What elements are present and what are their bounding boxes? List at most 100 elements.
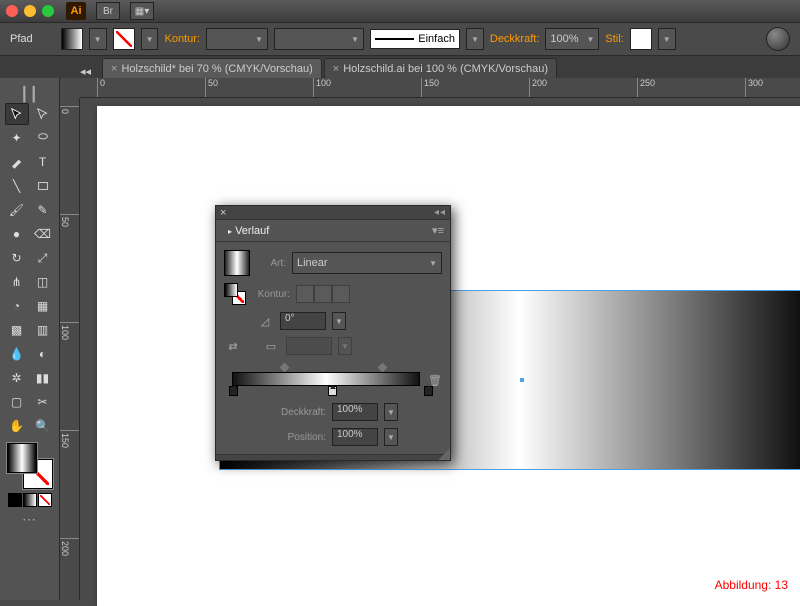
- perspective-tool[interactable]: ▦: [31, 295, 55, 317]
- screen-mode-icon[interactable]: ⋯: [22, 511, 37, 528]
- angle-icon: ◿: [256, 312, 274, 330]
- bridge-button[interactable]: Br: [96, 2, 120, 20]
- slice-tool[interactable]: ✂: [31, 391, 55, 413]
- stop-opacity-input[interactable]: 100%: [332, 403, 378, 421]
- blob-brush-tool[interactable]: ●: [5, 223, 29, 245]
- gradient-tool[interactable]: ▥: [31, 319, 55, 341]
- fill-box[interactable]: [7, 443, 37, 473]
- close-tab-icon[interactable]: ×: [333, 63, 339, 75]
- gradient-panel[interactable]: × ◂◂ ▸ Verlauf ▾≡ Art: Linear▼ Kontur:: [215, 205, 451, 461]
- symbol-sprayer-tool[interactable]: ✲: [5, 367, 29, 389]
- mesh-tool[interactable]: ▩: [5, 319, 29, 341]
- stil-label: Stil:: [605, 33, 623, 45]
- shape-builder-tool[interactable]: ◔: [5, 295, 29, 317]
- tabs-prev-icon[interactable]: ◂◂: [80, 65, 92, 78]
- gradient-stop[interactable]: [328, 386, 337, 396]
- layout-button[interactable]: ▦▾: [130, 2, 154, 20]
- art-label: Art:: [256, 258, 286, 269]
- minimize-window-button[interactable]: [24, 5, 36, 17]
- stroke-swatch[interactable]: [113, 28, 135, 50]
- graph-tool[interactable]: ▮▮: [31, 367, 55, 389]
- artboard-tool[interactable]: ▢: [5, 391, 29, 413]
- selection-type-label: Pfad: [10, 33, 33, 45]
- rectangle-tool[interactable]: [31, 175, 55, 197]
- line-tool[interactable]: ╲: [5, 175, 29, 197]
- eyedropper-tool[interactable]: 💧: [5, 343, 29, 365]
- gradient-type-dropdown[interactable]: Linear▼: [292, 252, 442, 274]
- document-tabs: ◂◂ ×Holzschild* bei 70 % (CMYK/Vorschau)…: [0, 56, 800, 78]
- reverse-gradient-icon[interactable]: ⇄: [224, 337, 242, 355]
- color-mode-none[interactable]: [38, 493, 52, 507]
- close-window-button[interactable]: [6, 5, 18, 17]
- ruler-tick: 200: [529, 78, 547, 97]
- brush-dropdown[interactable]: ▼: [466, 28, 484, 50]
- graphic-style-swatch[interactable]: [630, 28, 652, 50]
- opacity-input[interactable]: 100%▼: [545, 28, 599, 50]
- selection-tool[interactable]: [5, 103, 29, 125]
- variable-width-dropdown[interactable]: ▼: [274, 28, 364, 50]
- gradient-midpoint[interactable]: [378, 363, 388, 373]
- gradient-preview[interactable]: [224, 250, 250, 276]
- document-tab-1[interactable]: ×Holzschild* bei 70 % (CMYK/Vorschau): [102, 58, 322, 78]
- width-tool[interactable]: ⋔: [5, 271, 29, 293]
- ruler-tick: 0: [97, 78, 105, 97]
- stop-opacity-stepper[interactable]: ▼: [384, 403, 398, 421]
- color-mode-gradient[interactable]: [23, 493, 37, 507]
- document-tab-2[interactable]: ×Holzschild.ai bei 100 % (CMYK/Vorschau): [324, 58, 557, 78]
- color-mode-solid[interactable]: [8, 493, 22, 507]
- lasso-tool[interactable]: [31, 127, 55, 149]
- free-transform-tool[interactable]: ◫: [31, 271, 55, 293]
- fill-stroke-control[interactable]: [7, 443, 53, 489]
- pencil-tool[interactable]: ✎: [31, 199, 55, 221]
- panel-header[interactable]: × ◂◂: [216, 206, 450, 220]
- panel-kontur-label: Kontur:: [252, 289, 290, 300]
- aspect-ratio-input: [286, 337, 332, 355]
- delete-stop-icon[interactable]: 🗑: [428, 374, 442, 387]
- fill-swatch[interactable]: [61, 28, 83, 50]
- ruler-tick: 50: [60, 214, 79, 227]
- ruler-tick: 50: [205, 78, 218, 97]
- graphic-style-dropdown[interactable]: ▼: [658, 28, 676, 50]
- brush-definition[interactable]: Einfach: [370, 29, 460, 49]
- scale-tool[interactable]: ⤢: [31, 247, 55, 269]
- vertical-ruler[interactable]: 0 50 100 150 200: [60, 98, 80, 600]
- panel-menu-icon[interactable]: ▾≡: [432, 224, 444, 237]
- tools-panel: ┃┃ ✦ T ╲ 🖌✎ ●⌫ ↻⤢ ⋔◫ ◔▦ ▩▥ 💧◐ ✲▮▮ ▢✂ ✋🔍 …: [0, 78, 60, 600]
- ruler-tick: 150: [60, 430, 79, 448]
- type-tool[interactable]: T: [31, 151, 55, 173]
- magic-wand-tool[interactable]: ✦: [5, 127, 29, 149]
- pen-tool[interactable]: [5, 151, 29, 173]
- panel-tab-verlauf[interactable]: ▸ Verlauf: [222, 222, 275, 240]
- panel-collapse-icon[interactable]: ◂◂: [434, 207, 446, 218]
- close-tab-icon[interactable]: ×: [111, 63, 117, 75]
- panel-resize-handle[interactable]: [438, 448, 450, 460]
- panel-close-icon[interactable]: ×: [220, 207, 226, 219]
- zoom-tool[interactable]: 🔍: [31, 415, 55, 437]
- eraser-tool[interactable]: ⌫: [31, 223, 55, 245]
- horizontal-ruler[interactable]: 0 50 100 150 200 250 300: [80, 78, 800, 98]
- document-setup-icon[interactable]: [766, 27, 790, 51]
- gradient-midpoint[interactable]: [280, 363, 290, 373]
- stop-position-stepper[interactable]: ▼: [384, 428, 398, 446]
- mini-fill-stroke[interactable]: [224, 283, 246, 305]
- ruler-tick: 250: [637, 78, 655, 97]
- panel-grip-icon[interactable]: ┃┃: [20, 86, 39, 103]
- stroke-gradient-across: [332, 285, 350, 303]
- gradient-stop[interactable]: [424, 386, 433, 396]
- ruler-tick: 200: [60, 538, 79, 556]
- fill-dropdown[interactable]: ▼: [89, 28, 107, 50]
- gradient-editor[interactable]: 🗑: [224, 364, 442, 396]
- rotate-tool[interactable]: ↻: [5, 247, 29, 269]
- stroke-color-dropdown[interactable]: ▼: [141, 28, 159, 50]
- direct-selection-tool[interactable]: [31, 103, 55, 125]
- maximize-window-button[interactable]: [42, 5, 54, 17]
- gradient-stop[interactable]: [229, 386, 238, 396]
- stroke-weight-input[interactable]: ▼: [206, 28, 268, 50]
- paintbrush-tool[interactable]: 🖌: [5, 199, 29, 221]
- angle-stepper[interactable]: ▼: [332, 312, 346, 330]
- hand-tool[interactable]: ✋: [5, 415, 29, 437]
- angle-input[interactable]: 0°: [280, 312, 326, 330]
- gradient-bar[interactable]: [232, 372, 420, 386]
- stop-position-input[interactable]: 100%: [332, 428, 378, 446]
- blend-tool[interactable]: ◐: [31, 343, 55, 365]
